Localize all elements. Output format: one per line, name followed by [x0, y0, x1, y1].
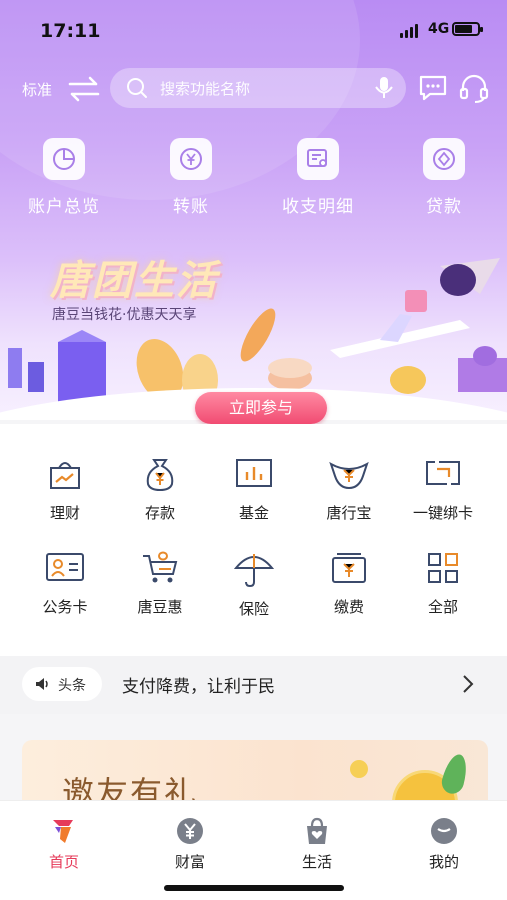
quick-transfer[interactable]: 转账: [141, 138, 241, 217]
service-label: 缴费: [333, 598, 364, 616]
chevron-right-icon[interactable]: [462, 674, 474, 694]
service-insurance[interactable]: 保险: [208, 550, 300, 619]
service-wealth[interactable]: 理财: [19, 456, 111, 523]
status-bar: 17:11 4G: [0, 0, 507, 60]
service-label: 保险: [238, 600, 269, 618]
service-label: 唐行宝: [326, 504, 372, 522]
service-label: 全部: [427, 598, 458, 616]
quick-account-overview[interactable]: 账户总览: [14, 138, 114, 217]
tab-label: 我的: [428, 853, 459, 871]
network-type: 4G: [428, 21, 450, 37]
service-all[interactable]: 全部: [397, 550, 489, 617]
service-grid: 理财 存款 基金 唐行宝 一键绑卡 公务卡 唐豆惠 保险 缴费 全部: [0, 424, 507, 660]
home-logo-icon: [53, 820, 73, 843]
quick-label: 收支明细: [282, 197, 354, 217]
bottom-tab-bar: 首页 财富 生活 我的: [0, 800, 507, 900]
speaker-icon: [36, 678, 48, 690]
signal-icon: [400, 24, 418, 38]
switch-mode-icon[interactable]: [68, 76, 100, 102]
search-placeholder: 搜索功能名称: [160, 80, 251, 98]
service-label: 基金: [238, 504, 269, 522]
service-label: 理财: [49, 504, 80, 522]
home-indicator: [164, 885, 344, 891]
service-official-card[interactable]: 公务卡: [19, 550, 111, 617]
service-label: 唐豆惠: [137, 598, 183, 616]
news-ticker[interactable]: 头条 支付降费，让利于民: [0, 656, 507, 714]
tab-wealth[interactable]: 财富: [150, 817, 230, 872]
yuan-transfer-icon: [180, 148, 202, 170]
bind-card-icon: [426, 461, 460, 485]
hero-header: 17:11 4G 标准 搜索功能名称 账户总览 转账 收支明细 贷款 唐团生活 …: [0, 0, 507, 420]
loan-diamond-icon: [433, 148, 455, 170]
payment-icon: [332, 553, 366, 583]
quick-label: 转账: [173, 197, 209, 217]
news-tag: 头条: [22, 667, 102, 701]
money-bag-icon: [146, 459, 174, 492]
service-tangdouhui[interactable]: 唐豆惠: [114, 550, 206, 617]
news-tag-label: 头条: [58, 678, 86, 694]
pie-chart-icon: [53, 148, 75, 170]
statement-search-icon: [307, 149, 327, 167]
official-card-icon: [46, 553, 84, 581]
service-label: 存款: [144, 504, 175, 522]
tab-label: 首页: [48, 853, 79, 871]
service-payment[interactable]: 缴费: [303, 550, 395, 617]
tab-label: 财富: [174, 853, 205, 871]
profile-icon: [431, 818, 457, 844]
customer-service-icon[interactable]: [458, 73, 490, 105]
status-time: 17:11: [40, 20, 101, 42]
news-headline[interactable]: 支付降费，让利于民: [122, 672, 275, 697]
tab-label: 生活: [301, 853, 332, 871]
battery-icon: [452, 22, 483, 36]
service-label: 一键绑卡: [412, 504, 473, 522]
mode-label[interactable]: 标准: [22, 79, 52, 100]
service-bind-card[interactable]: 一键绑卡: [397, 456, 489, 523]
umbrella-icon: [234, 554, 274, 588]
coin-icon: [350, 760, 368, 778]
service-fund[interactable]: 基金: [208, 456, 300, 523]
wealth-bag-icon: [50, 462, 80, 489]
fund-chart-icon: [236, 459, 272, 487]
quick-actions: 账户总览 转账 收支明细 贷款: [0, 138, 507, 218]
grid-icon: [428, 553, 458, 583]
shopping-bag-icon: [307, 817, 327, 844]
quick-label: 账户总览: [28, 197, 100, 217]
tab-life[interactable]: 生活: [277, 817, 357, 872]
microphone-icon[interactable]: [374, 76, 394, 100]
message-icon[interactable]: [418, 74, 448, 102]
service-tanghangbao[interactable]: 唐行宝: [303, 456, 395, 523]
yuan-circle-icon: [177, 818, 203, 844]
search-input[interactable]: 搜索功能名称: [110, 68, 406, 108]
quick-label: 贷款: [426, 197, 462, 217]
shopping-cart-icon: [143, 551, 178, 583]
quick-loan[interactable]: 贷款: [394, 138, 494, 217]
tab-home[interactable]: 首页: [24, 817, 104, 872]
join-now-button[interactable]: 立即参与: [195, 392, 327, 424]
tab-profile[interactable]: 我的: [404, 817, 484, 872]
leaf-icon: [439, 751, 471, 797]
top-bar: 标准 搜索功能名称: [0, 68, 507, 110]
quick-statement[interactable]: 收支明细: [268, 138, 368, 217]
treasure-icon: [329, 461, 369, 490]
search-icon: [127, 78, 147, 98]
service-label: 公务卡: [42, 598, 88, 616]
service-deposit[interactable]: 存款: [114, 456, 206, 523]
